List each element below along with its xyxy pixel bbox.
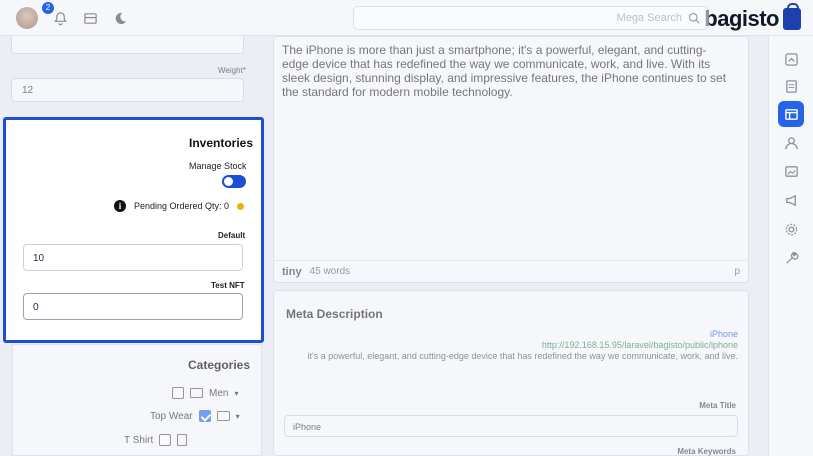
bell-icon[interactable]	[52, 10, 68, 26]
editor-content[interactable]: The iPhone is more than just a smartphon…	[282, 43, 732, 99]
category-label: Men	[209, 387, 229, 399]
category-label: T Shirt	[124, 434, 154, 446]
product-edit-page: bagisto Mega Search 2 The iPhone is more…	[0, 0, 813, 456]
meta-description-title: Meta Description	[286, 307, 383, 321]
manage-stock-toggle[interactable]	[222, 175, 246, 188]
pending-qty-text: Pending Ordered Qty: 0	[134, 201, 230, 211]
search-icon	[688, 12, 700, 24]
weight-label: Weight*	[218, 66, 246, 75]
meta-title-label: Meta Title	[699, 401, 736, 410]
word-count: 45 words	[309, 266, 351, 277]
previous-field-input[interactable]	[11, 36, 244, 54]
tiny-brand[interactable]: tiny	[282, 266, 302, 278]
folder-icon	[216, 411, 230, 421]
sales-icon[interactable]	[778, 73, 804, 99]
editor-statusbar: tiny 45 words p	[274, 260, 748, 282]
settings-icon[interactable]	[778, 216, 804, 242]
folder-icon	[190, 388, 203, 398]
shopping-bag-icon	[783, 3, 801, 30]
meta-keywords-label: Meta Keywords	[677, 447, 736, 456]
store-icon[interactable]	[82, 10, 98, 26]
mega-search-input[interactable]: Mega Search	[353, 6, 709, 30]
customers-icon[interactable]	[778, 130, 804, 156]
preview-title: iPhone	[709, 329, 738, 339]
test-nft-qty-input[interactable]: 0	[23, 293, 243, 320]
marketing-icon[interactable]	[778, 187, 804, 213]
category-t-shirt[interactable]: T Shirt	[124, 434, 188, 446]
inventories-title: Inventories	[189, 136, 254, 150]
cms-icon[interactable]	[778, 158, 804, 184]
checkbox[interactable]	[159, 434, 172, 446]
avatar[interactable]	[16, 7, 38, 29]
default-label: Default	[218, 231, 246, 240]
dashboard-icon[interactable]	[778, 46, 804, 72]
preview-url: http://192.168.15.95/laravel/bagisto/pub…	[541, 340, 738, 350]
test-nft-label: Test NFT	[211, 281, 245, 290]
categories-title: Categories	[188, 358, 251, 372]
notification-badge: 2	[42, 2, 54, 14]
weight-input[interactable]: 12	[11, 78, 244, 102]
status-dot-icon	[237, 202, 245, 210]
caret-icon[interactable]: ▾	[236, 412, 240, 421]
pending-ordered-qty: i Pending Ordered Qty: 0	[114, 200, 245, 212]
search-placeholder: Mega Search	[616, 12, 682, 24]
checkbox-checked[interactable]	[198, 410, 211, 422]
description-editor[interactable]: The iPhone is more than just a smartphon…	[273, 36, 749, 283]
header-actions	[16, 7, 128, 29]
checkbox[interactable]	[172, 387, 184, 399]
moon-icon[interactable]	[112, 10, 128, 26]
configure-icon[interactable]	[778, 245, 804, 271]
element-path: p	[734, 266, 740, 277]
preview-description: it's a powerful, elegant, and cutting-ed…	[307, 351, 738, 361]
category-label: Top Wear	[150, 410, 193, 422]
category-men[interactable]: Men ▾	[172, 387, 238, 399]
caret-icon[interactable]: ▾	[234, 389, 238, 398]
catalog-icon[interactable]	[778, 101, 804, 127]
meta-title-input[interactable]: iPhone	[284, 415, 738, 437]
inventories-panel: Inventories Manage Stock i Pending Order…	[3, 117, 264, 343]
seo-preview: iPhone http://192.168.15.95/laravel/bagi…	[286, 329, 738, 362]
manage-stock-label: Manage Stock	[189, 161, 247, 171]
logo-text: bagisto	[704, 6, 779, 31]
meta-description-card: Meta Description iPhone http://192.168.1…	[273, 290, 749, 456]
info-icon[interactable]: i	[114, 200, 126, 212]
default-qty-input[interactable]: 10	[23, 244, 243, 271]
category-top-wear[interactable]: Top Wear ▾	[150, 410, 240, 422]
logo[interactable]: bagisto	[704, 3, 801, 32]
file-icon	[177, 434, 188, 446]
